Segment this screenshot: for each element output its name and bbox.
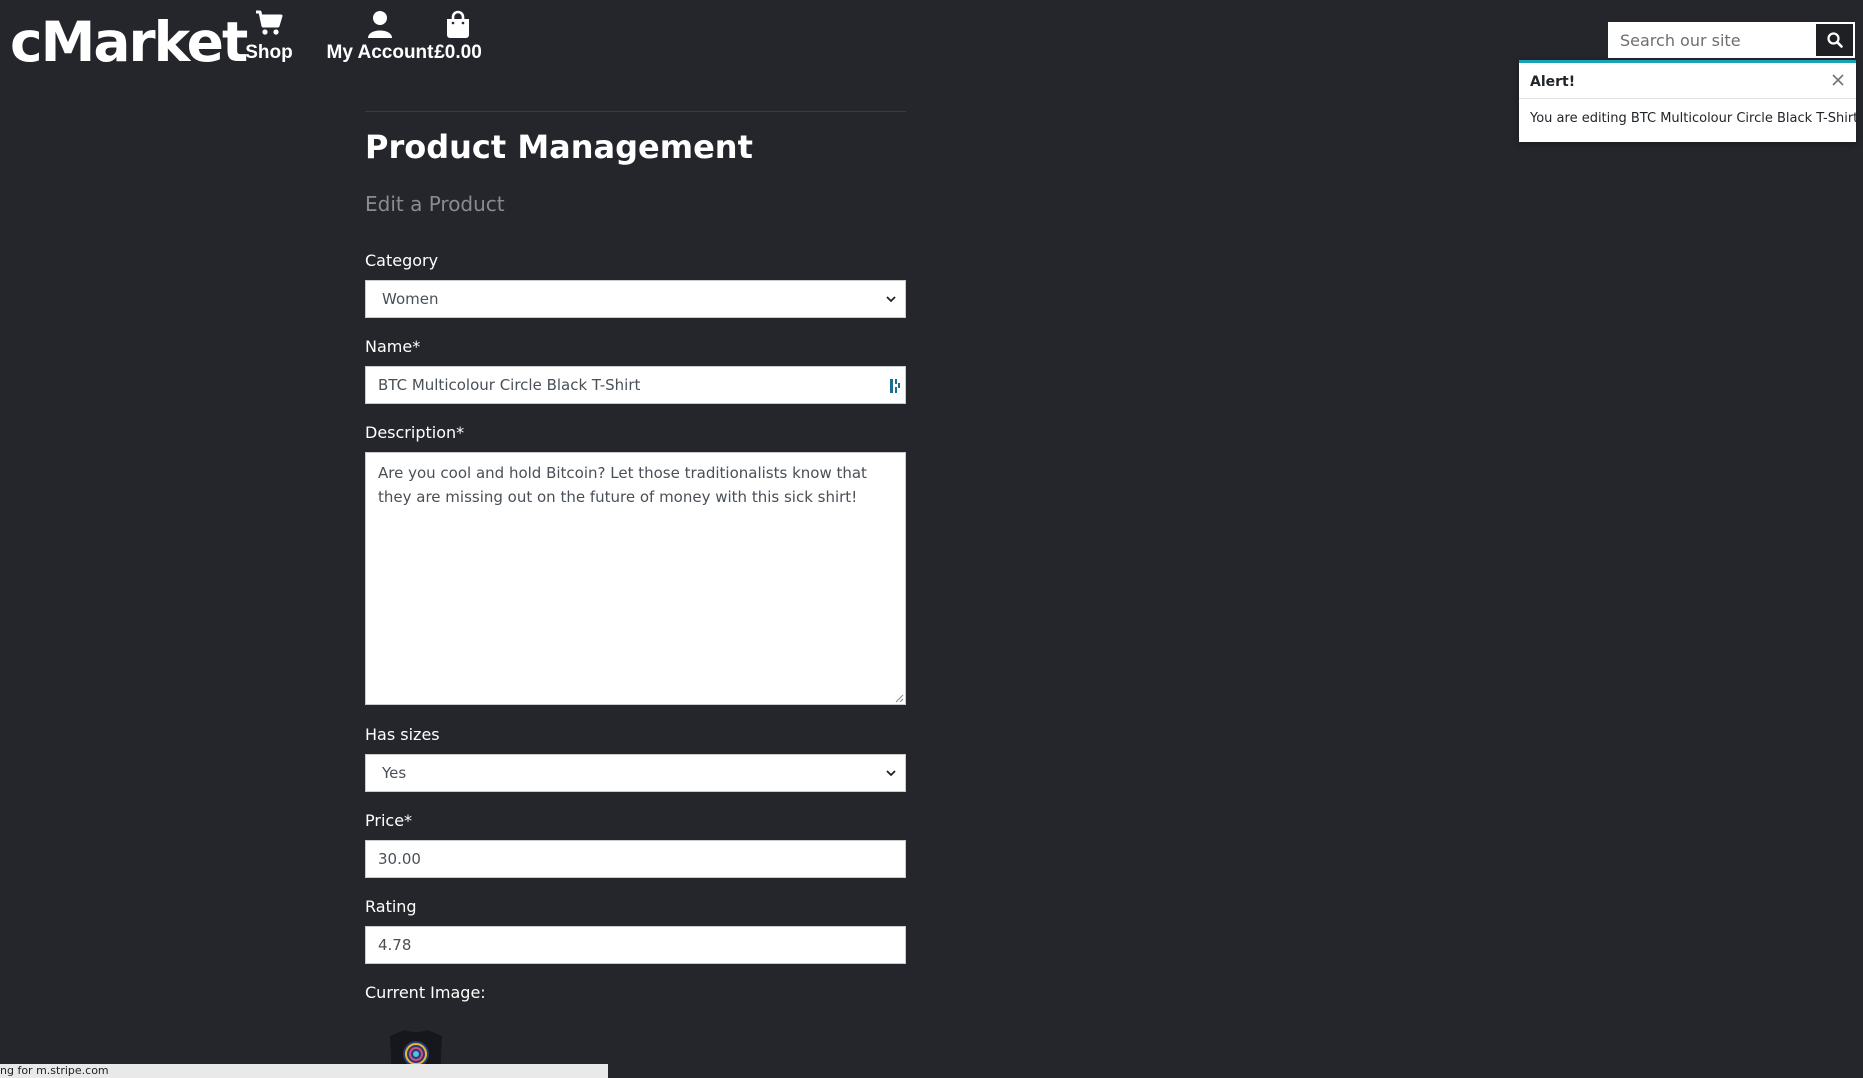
name-value: BTC Multicolour Circle Black T-Shirt — [378, 376, 641, 394]
chevron-down-icon — [886, 296, 896, 303]
nav-shop[interactable]: Shop — [244, 10, 294, 64]
toast-title: Alert! — [1530, 74, 1576, 90]
price-value: 30.00 — [378, 850, 421, 868]
price-input[interactable]: 30.00 — [365, 840, 906, 878]
header-divider — [365, 111, 906, 112]
description-textarea[interactable]: Are you cool and hold Bitcoin? Let those… — [365, 452, 906, 705]
bag-total: £0.00 — [434, 42, 482, 63]
shopping-bag-icon — [430, 10, 486, 40]
password-manager-icon[interactable] — [889, 378, 901, 394]
resize-grip-icon[interactable] — [894, 693, 904, 703]
rating-label: Rating — [365, 897, 417, 916]
toast-header: Alert! — [1519, 63, 1856, 99]
rating-value: 4.78 — [378, 936, 412, 954]
category-value: Women — [382, 290, 439, 308]
nav-my-account[interactable]: My Account — [310, 10, 450, 64]
current-image-label: Current Image: — [365, 983, 486, 1002]
has-sizes-select[interactable]: Yes — [365, 754, 906, 792]
category-label: Category — [365, 251, 439, 270]
description-value: Are you cool and hold Bitcoin? Let those… — [378, 464, 867, 506]
close-button[interactable] — [1830, 72, 1846, 88]
category-select[interactable]: Women — [365, 280, 906, 318]
page-subtitle: Edit a Product — [365, 192, 505, 216]
site-logo[interactable]: cMarket — [10, 6, 248, 78]
search-button[interactable] — [1814, 22, 1855, 58]
chevron-down-icon — [886, 770, 896, 777]
search-icon — [1826, 32, 1843, 48]
cart-icon — [244, 10, 294, 40]
name-input[interactable]: BTC Multicolour Circle Black T-Shirt — [365, 366, 906, 404]
rating-input[interactable]: 4.78 — [365, 926, 906, 964]
close-icon — [1832, 74, 1844, 86]
description-label: Description* — [365, 423, 465, 442]
price-label: Price* — [365, 811, 413, 830]
nav-account-label: My Account — [326, 42, 434, 63]
alert-toast: Alert! You are editing BTC Multicolour C… — [1519, 60, 1859, 142]
nav-shop-label: Shop — [245, 42, 293, 63]
toast-message: You are editing BTC Multicolour Circle B… — [1530, 111, 1859, 126]
nav-bag[interactable]: £0.00 — [430, 10, 486, 64]
browser-status-bar: ng for m.stripe.com — [0, 1064, 608, 1078]
has-sizes-label: Has sizes — [365, 725, 440, 744]
user-icon — [310, 10, 450, 40]
search-input[interactable] — [1608, 22, 1814, 58]
search-form — [1608, 22, 1855, 58]
page-title: Product Management — [365, 128, 753, 166]
name-label: Name* — [365, 337, 421, 356]
has-sizes-value: Yes — [382, 764, 407, 782]
